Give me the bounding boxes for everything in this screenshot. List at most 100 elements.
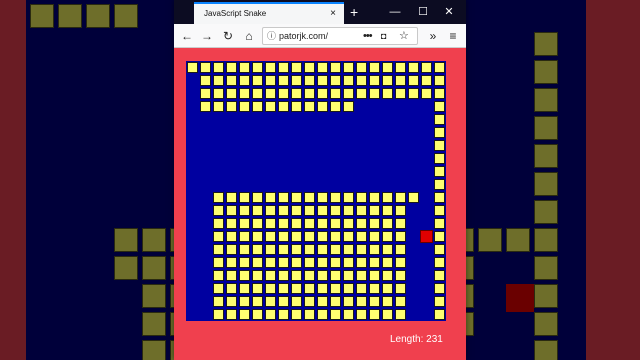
snake-segment bbox=[239, 218, 250, 229]
snake-segment bbox=[382, 88, 393, 99]
snake-segment bbox=[278, 62, 289, 73]
window-close-button[interactable]: ✕ bbox=[438, 0, 460, 24]
snake-segment bbox=[434, 127, 445, 138]
snake-segment bbox=[382, 283, 393, 294]
snake-segment bbox=[330, 218, 341, 229]
snake-segment bbox=[343, 205, 354, 216]
snake-segment bbox=[395, 270, 406, 281]
snake-segment bbox=[291, 309, 302, 320]
snake-segment bbox=[304, 231, 315, 242]
snake-segment bbox=[265, 283, 276, 294]
snake-segment bbox=[395, 218, 406, 229]
snake-segment bbox=[252, 244, 263, 255]
snake-segment bbox=[434, 244, 445, 255]
site-info-icon[interactable]: ⓘ bbox=[267, 28, 276, 44]
forward-icon[interactable]: → bbox=[198, 27, 216, 45]
snake-segment bbox=[265, 257, 276, 268]
snake-segment bbox=[343, 218, 354, 229]
snake-segment bbox=[317, 205, 328, 216]
snake-segment bbox=[252, 231, 263, 242]
snake-segment bbox=[278, 192, 289, 203]
snake-segment bbox=[395, 257, 406, 268]
snake-segment bbox=[408, 88, 419, 99]
snake-segment bbox=[356, 192, 367, 203]
snake-segment bbox=[343, 192, 354, 203]
snake-segment bbox=[213, 309, 224, 320]
snake-segment bbox=[239, 270, 250, 281]
snake-segment bbox=[291, 88, 302, 99]
back-icon[interactable]: ← bbox=[178, 27, 196, 45]
snake-segment bbox=[382, 75, 393, 86]
snake-segment bbox=[395, 62, 406, 73]
snake-segment bbox=[369, 75, 380, 86]
snake-segment bbox=[304, 218, 315, 229]
pocket-icon[interactable]: ◘ bbox=[381, 28, 386, 44]
snake-segment bbox=[265, 205, 276, 216]
snake-segment bbox=[330, 62, 341, 73]
snake-segment bbox=[395, 88, 406, 99]
overflow-icon[interactable]: » bbox=[424, 27, 442, 45]
snake-segment bbox=[330, 231, 341, 242]
snake-board[interactable] bbox=[186, 61, 446, 321]
reload-icon[interactable]: ↻ bbox=[219, 27, 237, 45]
url-text[interactable]: patorjk.com/ bbox=[279, 28, 349, 44]
snake-segment bbox=[434, 88, 445, 99]
snake-segment bbox=[252, 101, 263, 112]
snake-segment bbox=[317, 75, 328, 86]
background-game-field bbox=[466, 0, 586, 360]
snake-segment bbox=[434, 296, 445, 307]
snake-segment bbox=[343, 101, 354, 112]
snake-segment bbox=[265, 270, 276, 281]
snake-segment bbox=[369, 296, 380, 307]
home-icon[interactable]: ⌂ bbox=[240, 27, 258, 45]
snake-segment bbox=[213, 270, 224, 281]
background-snake-segment bbox=[534, 88, 558, 112]
snake-segment bbox=[265, 192, 276, 203]
page-actions-icon[interactable]: ••• bbox=[363, 28, 373, 44]
snake-segment bbox=[265, 244, 276, 255]
snake-segment bbox=[278, 218, 289, 229]
snake-segment bbox=[252, 218, 263, 229]
snake-segment bbox=[239, 75, 250, 86]
bookmark-star-icon[interactable]: ☆ bbox=[399, 28, 409, 44]
tab-close-icon[interactable]: × bbox=[330, 3, 336, 25]
browser-tab[interactable]: JavaScript Snake × bbox=[194, 2, 344, 24]
snake-segment bbox=[395, 244, 406, 255]
snake-segment bbox=[369, 244, 380, 255]
snake-segment bbox=[291, 244, 302, 255]
snake-segment bbox=[213, 257, 224, 268]
snake-segment bbox=[239, 309, 250, 320]
background-snake-segment bbox=[466, 228, 474, 252]
menu-icon[interactable]: ≡ bbox=[444, 27, 462, 45]
background-snake-segment bbox=[58, 4, 82, 28]
snake-segment bbox=[278, 283, 289, 294]
snake-segment bbox=[278, 296, 289, 307]
snake-segment bbox=[434, 309, 445, 320]
background-snake-segment bbox=[534, 32, 558, 56]
url-bar[interactable]: ⓘ patorjk.com/ ••• ◘ ☆ bbox=[262, 27, 418, 45]
snake-segment bbox=[252, 205, 263, 216]
background-snake-segment bbox=[114, 4, 138, 28]
snake-segment bbox=[395, 205, 406, 216]
snake-segment bbox=[408, 75, 419, 86]
snake-segment bbox=[252, 296, 263, 307]
snake-segment bbox=[343, 62, 354, 73]
snake-segment bbox=[291, 257, 302, 268]
window-minimize-button[interactable]: — bbox=[384, 0, 406, 24]
window-maximize-button[interactable]: ☐ bbox=[412, 0, 434, 24]
snake-segment bbox=[226, 309, 237, 320]
snake-segment bbox=[330, 309, 341, 320]
snake-segment bbox=[356, 257, 367, 268]
snake-segment bbox=[265, 309, 276, 320]
snake-segment bbox=[434, 283, 445, 294]
snake-segment bbox=[330, 283, 341, 294]
snake-segment bbox=[421, 75, 432, 86]
snake-segment bbox=[304, 257, 315, 268]
snake-segment bbox=[421, 88, 432, 99]
snake-segment bbox=[408, 62, 419, 73]
new-tab-icon[interactable]: + bbox=[350, 2, 358, 22]
snake-segment bbox=[265, 75, 276, 86]
snake-segment bbox=[226, 75, 237, 86]
snake-segment bbox=[356, 218, 367, 229]
snake-segment bbox=[434, 166, 445, 177]
